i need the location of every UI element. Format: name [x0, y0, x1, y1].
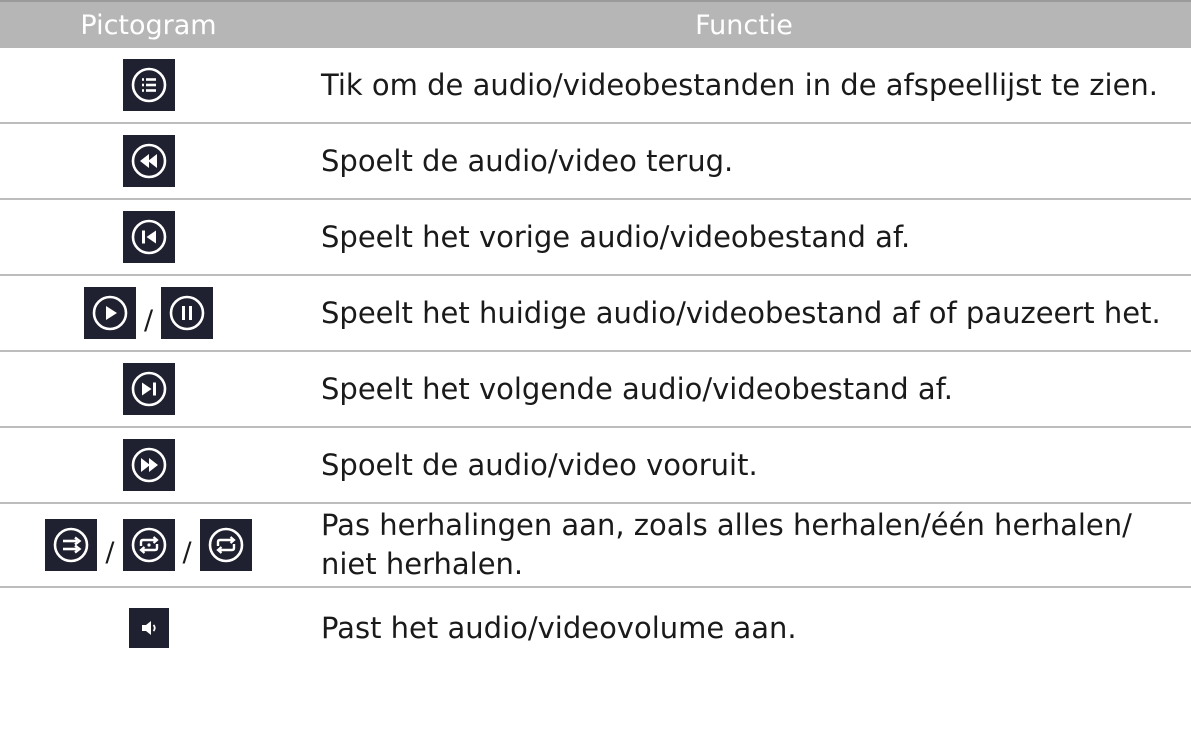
play-icon — [83, 287, 136, 339]
table-row: Tik om de audio/videobestanden in de afs… — [0, 48, 1191, 124]
pictogram-cell — [0, 211, 297, 263]
pause-icon — [161, 287, 214, 339]
table-row: Past het audio/videovolume aan. — [0, 588, 1191, 668]
table-row: / / Pas herhalingen aan, zoals alles her… — [0, 504, 1191, 588]
table-row: Spoelt de audio/video vooruit. — [0, 428, 1191, 504]
pictogram-cell: / / — [0, 519, 297, 571]
function-text: Speelt het volgende audio/videobestand a… — [321, 371, 953, 406]
rewind-icon — [122, 135, 175, 187]
next-icon — [122, 363, 175, 415]
repeat-off-icon — [45, 519, 98, 571]
player-controls-table: Pictogram Functie Tik om de audio/videob… — [0, 0, 1191, 668]
previous-icon — [122, 211, 175, 263]
pictogram-cell — [0, 363, 297, 415]
header-functie: Functie — [695, 9, 793, 41]
function-text: Pas herhalingen aan, zoals alles herhale… — [321, 508, 1132, 581]
table-row: Speelt het volgende audio/videobestand a… — [0, 352, 1191, 428]
function-text: Speelt het huidige audio/videobestand af… — [321, 295, 1161, 330]
function-text: Tik om de audio/videobestanden in de afs… — [321, 67, 1159, 102]
pictogram-cell — [0, 59, 297, 111]
pictogram-cell — [0, 439, 297, 491]
table-row: Spoelt de audio/video terug. — [0, 124, 1191, 200]
table-row: Speelt het vorige audio/videobestand af. — [0, 200, 1191, 276]
function-text: Speelt het vorige audio/videobestand af. — [321, 219, 911, 254]
table-header: Pictogram Functie — [0, 0, 1191, 48]
repeat-one-icon — [199, 519, 252, 571]
separator-slash: / — [143, 304, 154, 336]
header-pictogram: Pictogram — [80, 9, 217, 41]
playlist-icon — [122, 59, 175, 111]
fast-forward-icon — [122, 439, 175, 491]
function-text: Past het audio/videovolume aan. — [321, 610, 797, 645]
pictogram-cell — [0, 135, 297, 187]
function-text: Spoelt de audio/video terug. — [321, 143, 734, 178]
table-row: / Speelt het huidige audio/videobestand … — [0, 276, 1191, 352]
pictogram-cell: / — [0, 287, 297, 339]
volume-icon — [128, 608, 169, 648]
repeat-all-icon — [122, 519, 175, 571]
pictogram-cell — [0, 608, 297, 648]
separator-slash: / — [182, 536, 192, 568]
function-text: Spoelt de audio/video vooruit. — [321, 447, 758, 482]
separator-slash: / — [105, 536, 115, 568]
